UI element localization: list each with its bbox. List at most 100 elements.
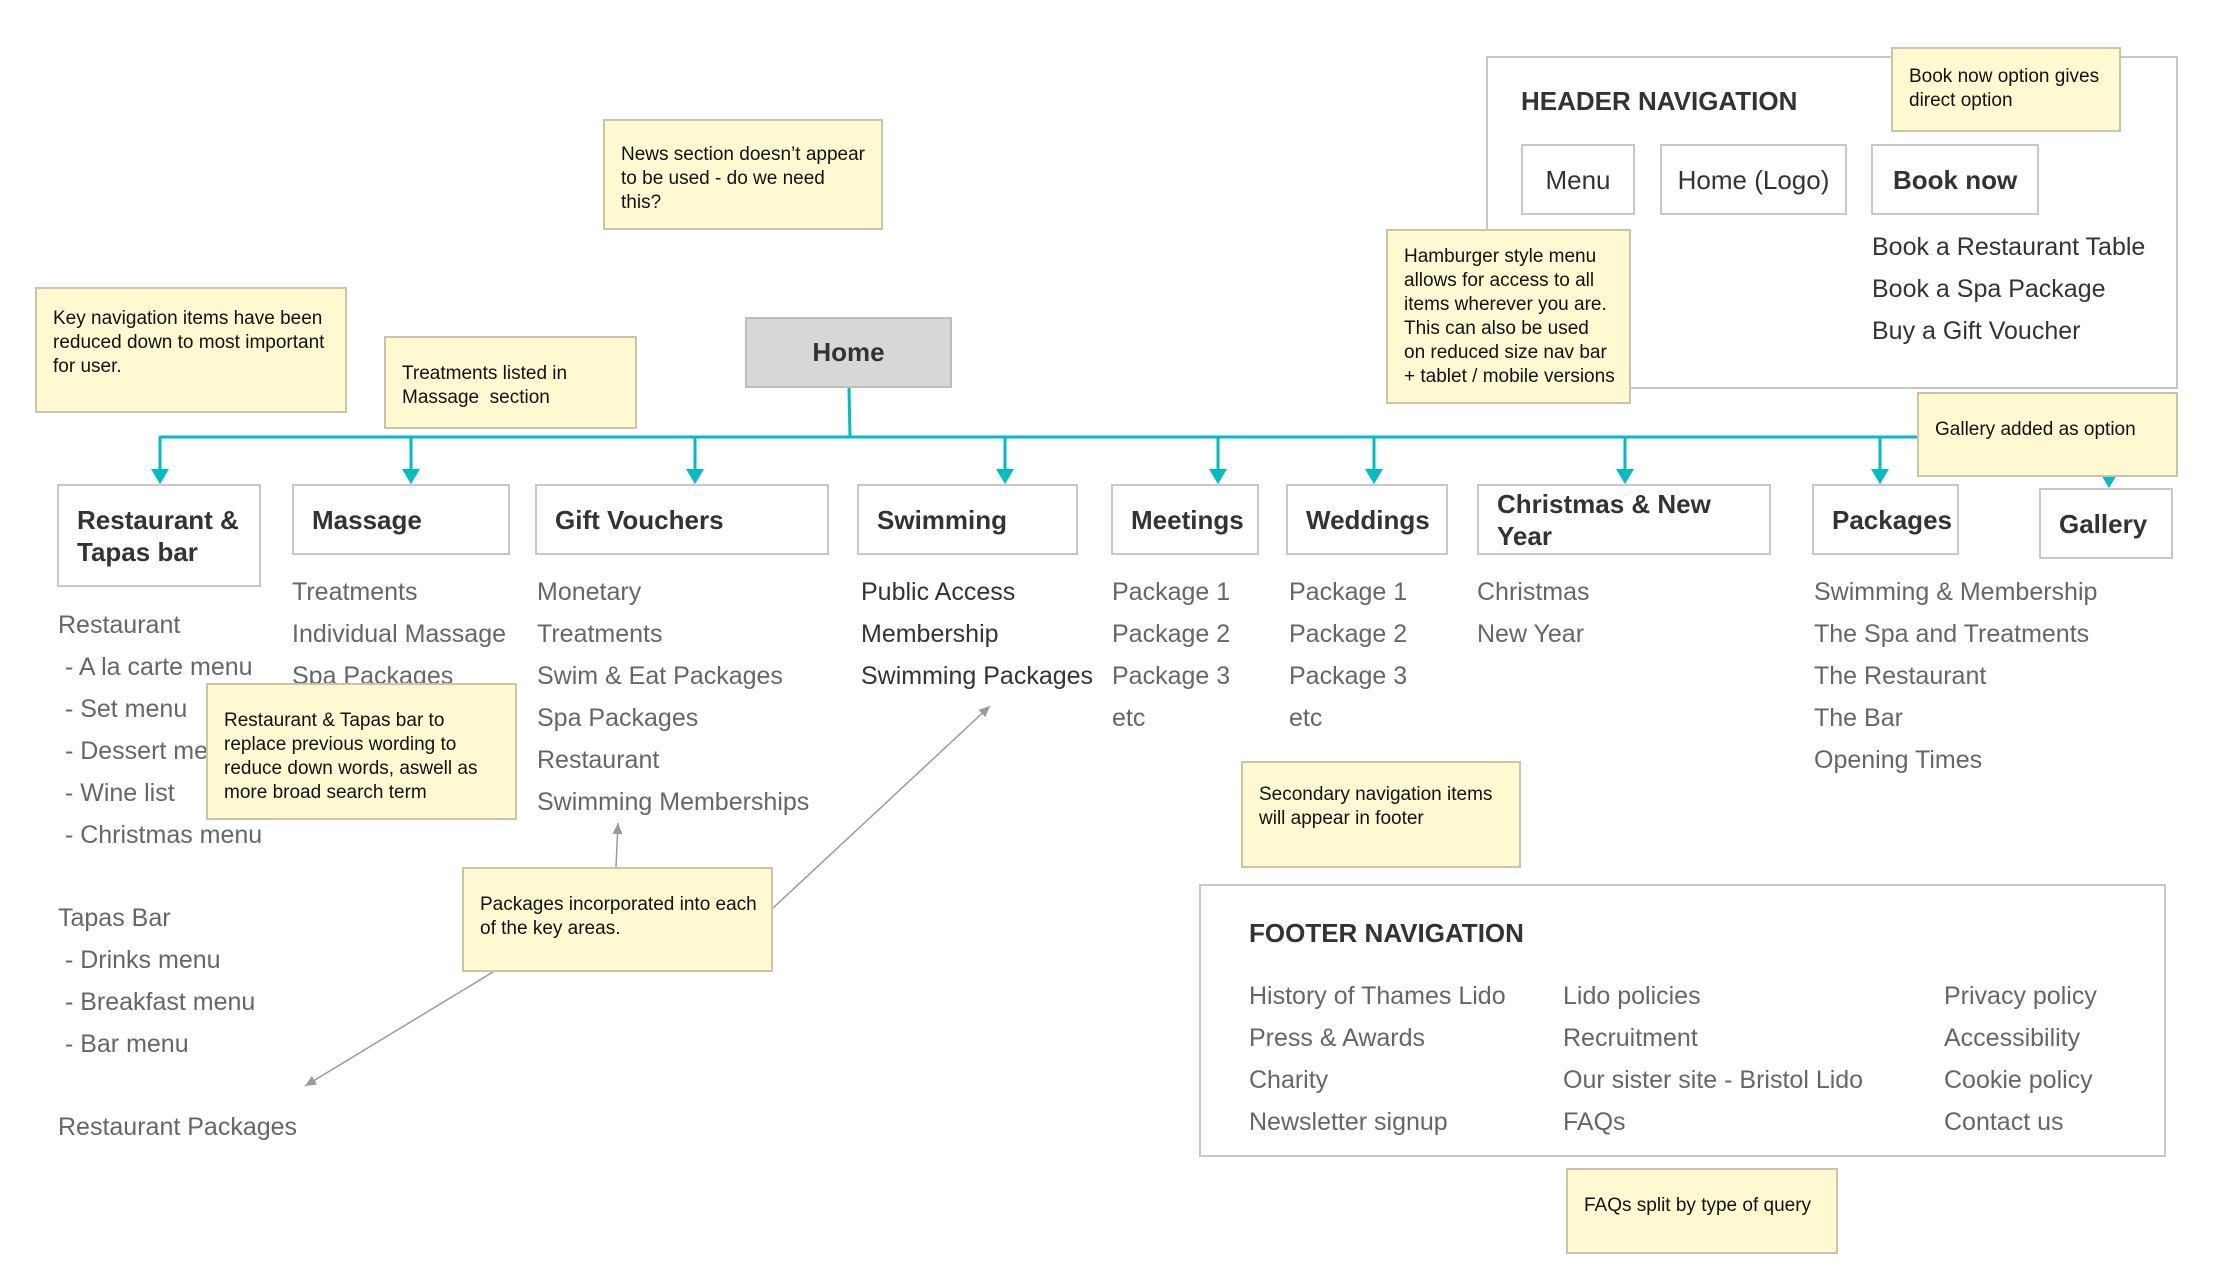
nav-restaurant-tapas-bar-label: Restaurant & Tapas bar bbox=[77, 504, 239, 568]
note-text: Book now option gives direct option bbox=[1909, 66, 2100, 111]
note-hamburger-menu: Hamburger style menu allows for access t… bbox=[1386, 229, 1631, 404]
note-gallery: Gallery added as option bbox=[1917, 392, 2178, 477]
note-secondary-navigation: Secondary navigation items will appear i… bbox=[1241, 761, 1521, 868]
christmas-sublist: Christmas New Year bbox=[1477, 571, 1590, 655]
nav-massage[interactable]: Massage bbox=[292, 484, 510, 555]
footer-link[interactable]: FAQs bbox=[1563, 1101, 1863, 1143]
tapas-heading[interactable]: Tapas Bar bbox=[58, 897, 255, 939]
footer-link[interactable]: Our sister site - Bristol Lido bbox=[1563, 1059, 1863, 1101]
footer-column-3: Privacy policy Accessibility Cookie poli… bbox=[1944, 975, 2097, 1143]
sublist-item[interactable]: Membership bbox=[861, 613, 1093, 655]
nav-weddings-label: Weddings bbox=[1306, 504, 1430, 535]
annotation-arrow-restaurant-packages-head bbox=[305, 1076, 317, 1086]
footer-link[interactable]: Accessibility bbox=[1944, 1017, 2097, 1059]
home-stem-line bbox=[847, 387, 852, 438]
note-packages: Packages incorporated into each of the k… bbox=[462, 867, 773, 972]
nav-gift-vouchers[interactable]: Gift Vouchers bbox=[535, 484, 829, 555]
footer-link[interactable]: Contact us bbox=[1944, 1101, 2097, 1143]
nav-packages[interactable]: Packages bbox=[1812, 484, 1959, 555]
footer-link[interactable]: Cookie policy bbox=[1944, 1059, 2097, 1101]
book-option[interactable]: Book a Restaurant Table bbox=[1872, 226, 2145, 268]
nav-meetings[interactable]: Meetings bbox=[1111, 484, 1259, 555]
book-option[interactable]: Buy a Gift Voucher bbox=[1872, 310, 2145, 352]
book-now-options: Book a Restaurant Table Book a Spa Packa… bbox=[1872, 226, 2145, 352]
sublist-item[interactable]: New Year bbox=[1477, 613, 1590, 655]
sublist-item[interactable]: Swim & Eat Packages bbox=[537, 655, 809, 697]
nav-gallery-label: Gallery bbox=[2059, 508, 2148, 539]
sublist-item[interactable]: Individual Massage bbox=[292, 613, 506, 655]
footer-navigation-title: FOOTER NAVIGATION bbox=[1249, 918, 1524, 948]
sublist-item[interactable]: The Restaurant bbox=[1814, 655, 2097, 697]
footer-column-2: Lido policies Recruitment Our sister sit… bbox=[1563, 975, 1863, 1143]
nav-weddings[interactable]: Weddings bbox=[1286, 484, 1448, 555]
note-faqs: FAQs split by type of query bbox=[1566, 1168, 1838, 1254]
header-book-now-label: Book now bbox=[1893, 164, 2018, 195]
header-book-now-button[interactable]: Book now bbox=[1871, 144, 2039, 215]
arrow-head-restaurant bbox=[151, 469, 169, 484]
sublist-item[interactable]: Swimming & Membership bbox=[1814, 571, 2097, 613]
nav-swimming[interactable]: Swimming bbox=[857, 484, 1078, 555]
nav-meetings-label: Meetings bbox=[1131, 504, 1244, 535]
note-text: Restaurant & Tapas bar to replace previo… bbox=[224, 710, 478, 803]
sublist-item[interactable]: - Christmas menu bbox=[58, 814, 262, 856]
sublist-item[interactable]: Public Access bbox=[861, 571, 1093, 613]
nav-massage-label: Massage bbox=[312, 504, 422, 535]
nav-restaurant-tapas-bar[interactable]: Restaurant & Tapas bar bbox=[57, 484, 261, 587]
note-news-section: News section doesn’t appear to be used -… bbox=[603, 119, 883, 230]
sublist-item[interactable]: - Drinks menu bbox=[58, 939, 255, 981]
sublist-item[interactable]: - Bar menu bbox=[58, 1023, 255, 1065]
sublist-item[interactable]: The Bar bbox=[1814, 697, 2097, 739]
sublist-item[interactable]: Spa Packages bbox=[537, 697, 809, 739]
arrow-head-swimming bbox=[996, 469, 1014, 484]
sublist-item[interactable]: etc bbox=[1112, 697, 1230, 739]
sublist-item[interactable]: Opening Times bbox=[1814, 739, 2097, 781]
sublist-item[interactable]: Swimming Memberships bbox=[537, 781, 809, 823]
packages-sublist: Swimming & Membership The Spa and Treatm… bbox=[1814, 571, 2097, 781]
sublist-item[interactable]: - A la carte menu bbox=[58, 646, 262, 688]
sublist-item[interactable]: Treatments bbox=[292, 571, 506, 613]
sublist-item[interactable]: etc bbox=[1289, 697, 1407, 739]
sublist-item[interactable]: Package 2 bbox=[1289, 613, 1407, 655]
sublist-item[interactable]: Package 3 bbox=[1112, 655, 1230, 697]
footer-link[interactable]: Newsletter signup bbox=[1249, 1101, 1506, 1143]
sublist-item[interactable]: Restaurant bbox=[537, 739, 809, 781]
nav-christmas-new-year-label: Christmas & New Year bbox=[1497, 488, 1711, 551]
nav-gallery[interactable]: Gallery bbox=[2039, 488, 2173, 559]
sublist-item[interactable]: - Breakfast menu bbox=[58, 981, 255, 1023]
note-text: Hamburger style menu allows for access t… bbox=[1404, 246, 1615, 387]
footer-column-1: History of Thames Lido Press & Awards Ch… bbox=[1249, 975, 1506, 1143]
sublist-item[interactable]: Package 3 bbox=[1289, 655, 1407, 697]
sublist-item[interactable]: Monetary bbox=[537, 571, 809, 613]
sublist-item[interactable]: Treatments bbox=[537, 613, 809, 655]
note-text: FAQs split by type of query bbox=[1584, 1195, 1812, 1216]
note-text: Treatments listed in Massage section bbox=[402, 363, 573, 408]
footer-link[interactable]: Charity bbox=[1249, 1059, 1506, 1101]
footer-link[interactable]: Press & Awards bbox=[1249, 1017, 1506, 1059]
restaurant-packages[interactable]: Restaurant Packages bbox=[58, 1113, 297, 1142]
book-option[interactable]: Book a Spa Package bbox=[1872, 268, 2145, 310]
massage-sublist: Treatments Individual Massage Spa Packag… bbox=[292, 571, 506, 697]
home-node[interactable]: Home bbox=[745, 317, 952, 388]
sublist-item[interactable]: Package 1 bbox=[1112, 571, 1230, 613]
note-text: Secondary navigation items will appear i… bbox=[1259, 784, 1493, 829]
sublist-item[interactable]: Swimming Packages bbox=[861, 655, 1093, 697]
note-text: News section doesn’t appear to be used -… bbox=[621, 144, 865, 213]
footer-link[interactable]: History of Thames Lido bbox=[1249, 975, 1506, 1017]
nav-gift-vouchers-label: Gift Vouchers bbox=[555, 504, 724, 535]
sublist-item[interactable]: The Spa and Treatments bbox=[1814, 613, 2097, 655]
footer-link[interactable]: Recruitment bbox=[1563, 1017, 1863, 1059]
header-menu-button[interactable]: Menu bbox=[1521, 144, 1635, 215]
restaurant-heading[interactable]: Restaurant bbox=[58, 604, 262, 646]
arrow-head-meetings bbox=[1209, 469, 1227, 484]
note-book-now: Book now option gives direct option bbox=[1891, 47, 2121, 132]
footer-link[interactable]: Lido policies bbox=[1563, 975, 1863, 1017]
tapas-sublist: Tapas Bar - Drinks menu - Breakfast menu… bbox=[58, 897, 255, 1065]
note-restaurant-tapas: Restaurant & Tapas bar to replace previo… bbox=[206, 683, 517, 820]
sublist-item[interactable]: Package 2 bbox=[1112, 613, 1230, 655]
sublist-item[interactable]: Christmas bbox=[1477, 571, 1590, 613]
label-line: Tapas bar bbox=[77, 536, 198, 567]
header-home-logo-button[interactable]: Home (Logo) bbox=[1660, 144, 1847, 215]
nav-christmas-new-year[interactable]: Christmas & New Year bbox=[1477, 484, 1771, 555]
footer-link[interactable]: Privacy policy bbox=[1944, 975, 2097, 1017]
sublist-item[interactable]: Package 1 bbox=[1289, 571, 1407, 613]
